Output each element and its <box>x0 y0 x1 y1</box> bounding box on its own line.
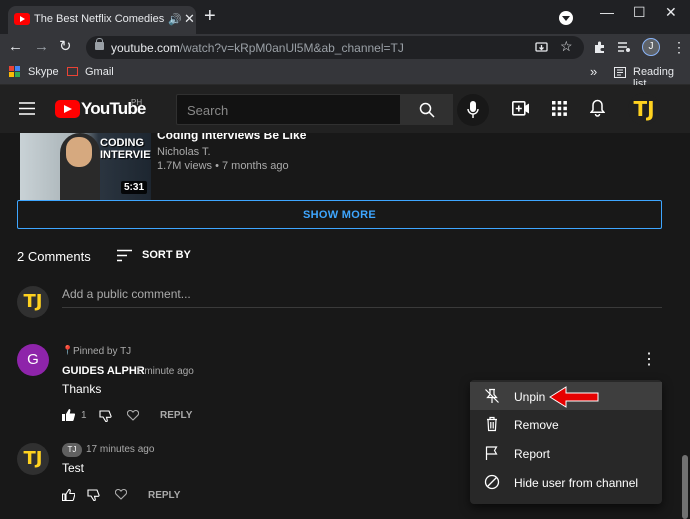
comment-1-text: Thanks <box>62 382 102 396</box>
comment-2-avatar: TJ <box>17 443 49 475</box>
search-button[interactable] <box>401 94 453 125</box>
extensions-puzzle-icon[interactable] <box>593 40 607 54</box>
notifications-bell-icon[interactable] <box>590 99 605 117</box>
url-text: youtube.com/watch?v=kRpM0anUl5M&ab_chann… <box>111 41 404 55</box>
region-code: PH <box>131 98 143 107</box>
minimize-button[interactable]: — <box>600 4 614 20</box>
dislike-icon[interactable] <box>99 410 112 422</box>
profile-avatar[interactable]: J <box>642 38 660 56</box>
browser-tab-strip: The Best Netflix Comedies of 🔊 ✕ + — ☐ ✕ <box>0 0 690 34</box>
menu-item-report[interactable]: Report <box>470 439 662 467</box>
like-icon[interactable] <box>62 489 75 501</box>
apps-icon[interactable] <box>9 66 21 78</box>
video-duration: 5:31 <box>121 181 148 194</box>
media-queue-icon[interactable] <box>617 41 631 53</box>
menu-item-report-label: Report <box>514 447 551 461</box>
comment-1-author[interactable]: GUIDES ALPHR <box>62 365 145 377</box>
reload-button[interactable]: ↻ <box>59 38 72 56</box>
channel-owner-badge[interactable]: TJ <box>62 443 82 457</box>
browser-tab[interactable]: The Best Netflix Comedies of 🔊 ✕ <box>8 6 196 34</box>
comment-2-reply-button[interactable]: REPLY <box>148 490 180 501</box>
menu-item-hide-user[interactable]: Hide user from channel <box>470 468 662 496</box>
apps-grid-icon[interactable] <box>552 101 567 116</box>
heart-icon[interactable] <box>127 410 139 421</box>
block-icon <box>484 474 500 490</box>
bookmark-skype[interactable]: Skype <box>28 66 59 78</box>
gmail-icon <box>67 67 78 76</box>
pinned-label: Pinned by TJ <box>73 346 132 357</box>
search-input[interactable]: Search <box>176 94 401 125</box>
trash-icon <box>487 416 497 432</box>
menu-item-hide-user-label: Hide user from channel <box>514 476 639 490</box>
show-more-label: SHOW MORE <box>303 209 376 221</box>
comment-action-menu-icon[interactable]: ⋮ <box>641 349 657 369</box>
youtube-header: YouTube PH Search TJ <box>0 85 690 133</box>
video-channel[interactable]: Nicholas T. <box>157 146 211 158</box>
install-app-icon[interactable] <box>535 41 548 54</box>
flag-icon <box>485 446 498 460</box>
account-avatar[interactable]: TJ <box>628 93 660 125</box>
comment-1-reply-button[interactable]: REPLY <box>160 410 192 421</box>
menu-item-unpin-label: Unpin <box>514 390 546 404</box>
like-icon[interactable] <box>62 409 75 421</box>
comment-1-avatar: G <box>17 344 49 376</box>
hamburger-menu-icon[interactable] <box>19 102 35 115</box>
search-icon <box>419 102 435 118</box>
voice-search-button[interactable] <box>457 94 489 126</box>
close-tab-icon[interactable]: ✕ <box>184 11 195 27</box>
video-thumbnail[interactable]: CODING INTERVIEW 5:31 <box>20 133 151 200</box>
browser-toolbar: ← → ↻ youtube.com/watch?v=kRpM0anUl5M&ab… <box>0 34 690 61</box>
menu-item-remove-label: Remove <box>514 418 559 432</box>
maximize-button[interactable]: ☐ <box>633 4 646 21</box>
new-tab-button[interactable]: + <box>204 6 216 26</box>
add-comment-input[interactable]: Add a public comment... <box>62 287 191 301</box>
thumbnail-caption: CODING INTERVIEW <box>100 137 151 161</box>
create-video-icon[interactable] <box>512 101 530 116</box>
annotation-arrow-icon <box>549 386 599 408</box>
tab-title: The Best Netflix Comedies of <box>34 13 164 25</box>
pin-icon: 📍 <box>62 345 74 355</box>
tab-search-button[interactable] <box>559 11 573 25</box>
close-window-button[interactable]: ✕ <box>665 4 677 21</box>
sort-icon[interactable] <box>117 249 132 262</box>
comment-2-time[interactable]: 17 minutes ago <box>86 444 154 455</box>
youtube-favicon-icon <box>14 13 30 25</box>
dislike-icon[interactable] <box>87 489 100 501</box>
youtube-logo-icon[interactable] <box>55 100 80 118</box>
bookmark-star-icon[interactable]: ☆ <box>560 38 573 55</box>
chevron-down-icon <box>562 16 570 21</box>
video-title[interactable]: Coding Interviews Be Like <box>157 133 306 142</box>
video-row-clip: CODING INTERVIEW 5:31 Coding Interviews … <box>0 133 690 203</box>
bookmark-gmail[interactable]: Gmail <box>85 66 114 78</box>
comments-count: 2 Comments <box>17 249 91 264</box>
my-avatar: TJ <box>17 286 49 318</box>
lock-icon <box>95 38 104 50</box>
comment-2-text: Test <box>62 461 85 475</box>
page-scrollbar-thumb[interactable] <box>682 455 688 519</box>
more-bookmarks-icon[interactable]: » <box>590 64 597 79</box>
menu-item-remove[interactable]: Remove <box>470 410 662 438</box>
comment-1-like-count: 1 <box>81 410 87 421</box>
speaker-icon[interactable]: 🔊 <box>168 13 182 26</box>
comment-input-underline <box>62 307 662 308</box>
back-button[interactable]: ← <box>8 38 23 56</box>
comment-1-time[interactable]: 1 minute ago <box>136 366 194 377</box>
browser-menu-icon[interactable]: ⋮ <box>672 39 686 56</box>
microphone-icon <box>467 101 479 118</box>
show-more-button[interactable]: SHOW MORE <box>17 200 662 229</box>
bookmarks-bar: Skype Gmail » Reading list <box>0 61 690 90</box>
video-meta: 1.7M views • 7 months ago <box>157 160 289 172</box>
heart-icon[interactable] <box>115 489 127 500</box>
unpin-icon <box>485 388 499 403</box>
reading-list-icon <box>614 67 626 78</box>
address-bar[interactable]: youtube.com/watch?v=kRpM0anUl5M&ab_chann… <box>86 36 584 59</box>
sort-by-button[interactable]: SORT BY <box>142 249 191 261</box>
forward-button[interactable]: → <box>34 38 49 56</box>
